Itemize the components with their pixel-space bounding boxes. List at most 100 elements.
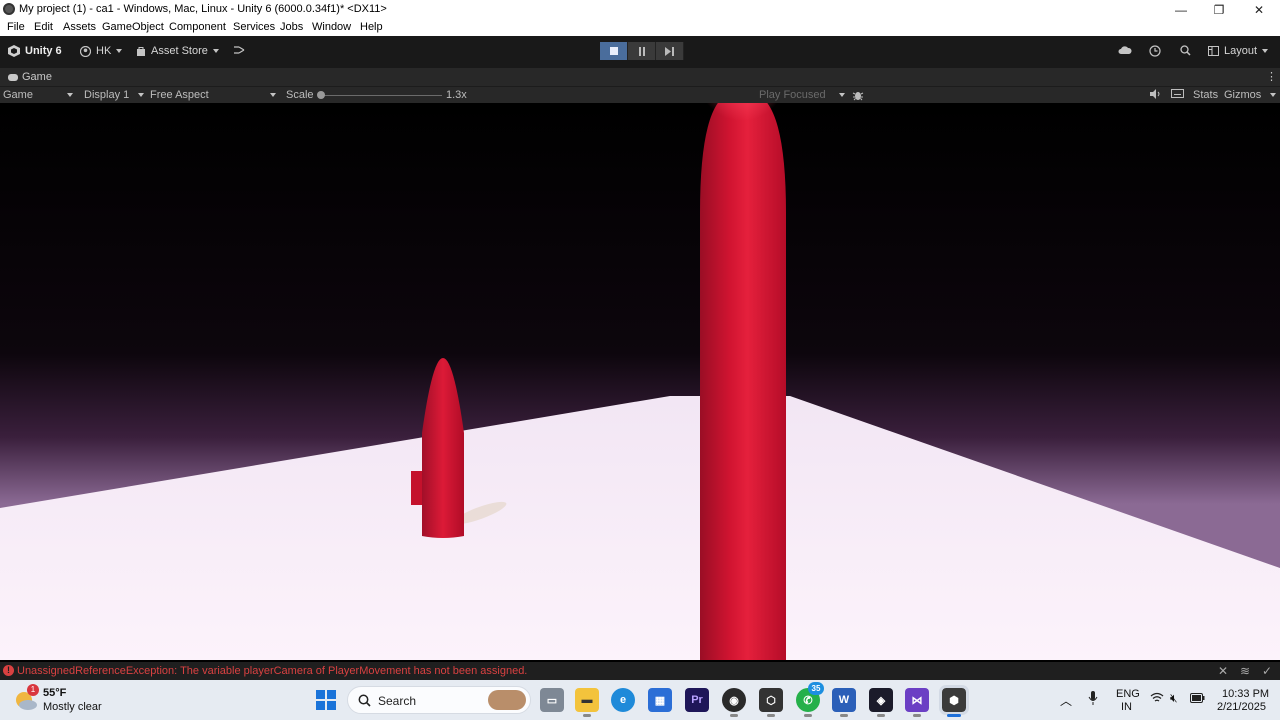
store-icon[interactable]: ▦ [648, 688, 672, 712]
start-button[interactable] [316, 690, 336, 710]
scale-slider-handle[interactable] [317, 91, 325, 99]
windows-taskbar: 1 55°F Mostly clear Search ▭ ▬ e ▦ Pr ◉ … [0, 680, 1280, 720]
task-view-icon[interactable]: ▭ [540, 688, 564, 712]
game-viewport[interactable] [0, 103, 1280, 660]
game-view-toolbar: Game Display 1 Free Aspect Scale 1.3x Pl… [0, 86, 1280, 103]
file-explorer-icon[interactable]: ▬ [575, 688, 599, 717]
bug-button[interactable] [852, 89, 864, 101]
whatsapp-icon[interactable]: ✆ 35 [796, 682, 824, 717]
menu-services[interactable]: Services [233, 21, 275, 33]
unity-app-icon [3, 3, 15, 15]
gizmos-dropdown[interactable]: Gizmos [1224, 89, 1277, 101]
menu-file[interactable]: File [7, 21, 25, 33]
stats-button[interactable]: Stats [1193, 89, 1218, 101]
game-mode-dropdown[interactable]: Game [3, 89, 73, 101]
search-button[interactable] [1180, 45, 1191, 56]
layers-icon[interactable]: ≋ [1240, 664, 1250, 678]
microphone-icon[interactable] [1088, 691, 1098, 709]
large-red-capsule [700, 103, 786, 660]
close-button[interactable]: ✕ [1240, 0, 1278, 19]
layout-dropdown[interactable]: Layout [1208, 45, 1269, 57]
asset-store-label: Asset Store [151, 45, 208, 57]
davinci-resolve-icon[interactable]: ◈ [869, 688, 893, 717]
menu-help[interactable]: Help [360, 21, 383, 33]
taskbar-search[interactable]: Search [347, 686, 531, 714]
menu-window[interactable]: Window [312, 21, 351, 33]
console-status-bar[interactable]: ! UnassignedReferenceException: The vari… [0, 662, 1280, 680]
menu-jobs[interactable]: Jobs [280, 21, 303, 33]
console-error-message: UnassignedReferenceException: The variab… [17, 665, 528, 677]
search-icon [358, 694, 371, 707]
obs-studio-icon[interactable]: ◉ [722, 688, 746, 717]
game-render [0, 103, 1280, 660]
stop-icon [609, 47, 618, 55]
clock-date[interactable]: 2/21/2025 [1217, 701, 1266, 713]
step-button[interactable] [656, 42, 684, 60]
check-circle-icon[interactable]: ✓ [1262, 664, 1272, 678]
chevron-down-icon [1270, 93, 1277, 97]
minimize-button[interactable]: — [1162, 0, 1200, 19]
scale-slider-track[interactable] [318, 95, 442, 96]
mute-button[interactable] [1150, 89, 1162, 99]
language-region[interactable]: IN [1121, 701, 1132, 713]
display-dropdown[interactable]: Display 1 [84, 89, 144, 101]
chevron-up-icon[interactable]: ︿ [1060, 692, 1072, 709]
game-mode-label: Game [3, 89, 33, 101]
menu-gameobject[interactable]: GameObject [102, 21, 164, 33]
error-icon: ! [3, 665, 14, 676]
pause-button[interactable] [628, 42, 656, 60]
play-button[interactable] [600, 42, 628, 60]
asset-store-dropdown[interactable]: Asset Store [136, 45, 219, 57]
cloud-icon [1118, 46, 1132, 54]
cloud-button[interactable] [1118, 45, 1132, 55]
language-code[interactable]: ENG [1116, 688, 1140, 700]
search-label: Search [378, 694, 417, 708]
unity-version-button[interactable]: Unity 6 [8, 45, 62, 57]
edge-browser-icon[interactable]: e [611, 688, 635, 712]
word-icon[interactable]: W [832, 688, 856, 717]
kebab-menu-icon[interactable]: ⋮ [1266, 70, 1277, 83]
wifi-icon[interactable] [1150, 692, 1164, 706]
layout-label: Layout [1224, 45, 1258, 57]
gamepad-icon [8, 73, 18, 81]
tab-row: Game ⋮ [0, 68, 1280, 86]
unity-logo-icon [8, 45, 20, 57]
chevron-down-icon [839, 93, 845, 97]
scale-label: Scale [286, 89, 314, 101]
small-cube [411, 471, 423, 505]
scale-control: Scale [286, 89, 314, 101]
shortcuts-button[interactable] [1171, 89, 1184, 98]
debug-off-icon[interactable]: ✕ [1218, 664, 1228, 678]
display-label: Display 1 [84, 89, 130, 101]
play-focused-dropdown[interactable]: Play Focused [759, 89, 845, 101]
search-icon [1180, 45, 1191, 56]
premiere-pro-icon[interactable]: Pr [685, 688, 709, 712]
tab-game[interactable]: Game [8, 71, 52, 83]
aspect-dropdown[interactable]: Free Aspect [150, 89, 276, 101]
battery-icon[interactable] [1190, 693, 1205, 706]
weather-widget[interactable]: 1 [14, 684, 39, 712]
whatsapp-badge: 35 [808, 682, 824, 695]
version-control-button[interactable] [233, 45, 245, 55]
menu-assets[interactable]: Assets [63, 21, 96, 33]
chevron-down-icon [1262, 49, 1269, 53]
play-focused-label: Play Focused [759, 89, 826, 101]
branch-icon [234, 46, 245, 54]
history-button[interactable] [1149, 45, 1161, 57]
account-icon [80, 45, 91, 57]
chevron-down-icon [270, 93, 276, 97]
menu-component[interactable]: Component [169, 21, 226, 33]
unity-brand-label: Unity 6 [25, 45, 62, 57]
account-dropdown[interactable]: HK [80, 45, 123, 57]
menu-bar: File Edit Assets GameObject Component Se… [0, 19, 1280, 36]
unity-hub-icon[interactable]: ⬡ [759, 688, 783, 717]
tab-game-label: Game [22, 71, 52, 83]
menu-edit[interactable]: Edit [34, 21, 53, 33]
restore-button[interactable]: ❐ [1200, 0, 1238, 19]
bug-icon [852, 92, 864, 101]
weather-temp: 55°F [43, 687, 67, 699]
clock-time[interactable]: 10:33 PM [1222, 688, 1269, 700]
visual-studio-icon[interactable]: ⋈ [905, 688, 929, 717]
unity-editor-icon[interactable]: ⬢ [939, 685, 969, 717]
volume-muted-icon[interactable]: 🔇︎ [1170, 691, 1178, 706]
